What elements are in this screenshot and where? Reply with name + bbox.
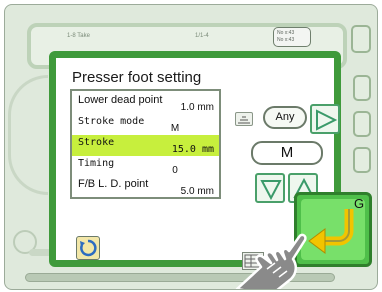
row-lower-dead-point[interactable]: Lower dead point 1.0 mm [72, 93, 219, 114]
row-label: Timing [78, 158, 115, 169]
row-value: 1.0 mm [180, 102, 214, 113]
background-side-button-2 [353, 111, 371, 137]
row-label: F/B L. D. point [78, 178, 149, 190]
row-label: Stroke [78, 137, 115, 148]
row-label: Lower dead point [78, 94, 163, 106]
stroke-mode-display: M [251, 141, 323, 165]
reset-button[interactable] [76, 236, 100, 260]
row-value: 5.0 mm [180, 186, 214, 197]
pattern-icon [235, 112, 253, 126]
background-side-button-3 [353, 147, 371, 173]
screen: 1-8 Take 1/1-4 No x:43 No x:43 Presser f… [4, 4, 378, 290]
background-header-mid: 1/1-4 [195, 33, 209, 39]
any-button[interactable]: Any [263, 106, 307, 129]
row-fb-ld-point[interactable]: F/B L. D. point 5.0 mm [72, 177, 219, 198]
right-arrow-button[interactable] [310, 104, 340, 134]
parameter-list: Lower dead point 1.0 mm Stroke mode M St… [70, 89, 221, 199]
row-stroke-mode[interactable]: Stroke mode M [72, 114, 219, 135]
triangle-right-icon [316, 109, 338, 131]
pointing-hand-icon [235, 233, 307, 289]
row-stroke[interactable]: Stroke 15.0 mm [72, 135, 219, 156]
background-status-line1: No x:43 [277, 30, 295, 36]
row-timing[interactable]: Timing 0 [72, 156, 219, 177]
row-label: Stroke mode [78, 116, 145, 127]
dialog-title: Presser foot setting [72, 69, 202, 86]
down-arrow-button[interactable] [255, 173, 285, 203]
confirm-key-label: G [354, 196, 365, 211]
row-value: 0 [172, 165, 178, 176]
background-status-box: No x:43 No x:43 [273, 27, 311, 47]
background-left-panel [8, 75, 48, 195]
background-header-left: 1-8 Take [67, 33, 90, 39]
row-value: M [170, 123, 180, 134]
background-side-button-1 [353, 75, 371, 101]
row-value: 15.0 mm [171, 144, 214, 155]
triangle-down-icon [260, 180, 282, 201]
background-return-button [351, 25, 371, 53]
rotate-icon [80, 239, 97, 257]
background-status-line2: No x:43 [277, 37, 295, 43]
